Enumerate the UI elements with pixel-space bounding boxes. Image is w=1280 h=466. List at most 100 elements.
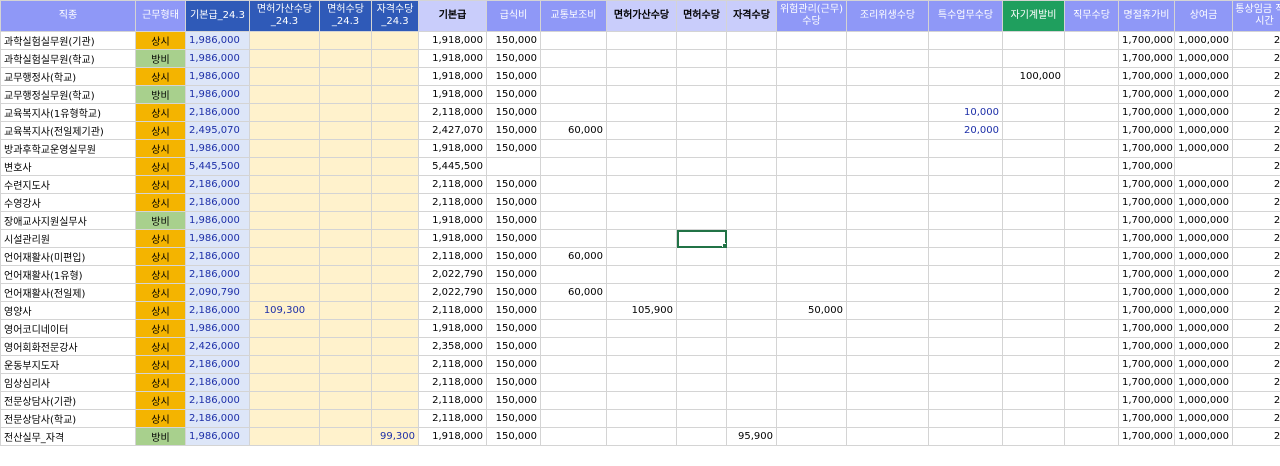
duty-allowance-cell[interactable] [1064, 319, 1119, 338]
qualification-cell[interactable]: 95,900 [726, 427, 777, 446]
transport-cell[interactable] [540, 337, 607, 356]
base-pay-24-cell[interactable]: 2,186,000 [185, 175, 250, 194]
transport-cell[interactable] [540, 175, 607, 194]
self-development-cell[interactable] [1002, 139, 1065, 158]
meal-allowance-cell[interactable]: 150,000 [486, 193, 541, 212]
qualification-24-cell[interactable] [371, 103, 419, 122]
bonus-cell[interactable]: 1,000,000 [1174, 355, 1233, 374]
header-cell[interactable]: 상여금 [1174, 0, 1233, 32]
license-extra-24-cell[interactable] [249, 211, 320, 230]
base-pay-cell[interactable]: 1,918,000 [418, 31, 487, 50]
bonus-cell[interactable]: 1,000,000 [1174, 283, 1233, 302]
base-pay-cell[interactable]: 2,118,000 [418, 175, 487, 194]
header-cell[interactable]: 기본급_24.3 [185, 0, 250, 32]
self-development-cell[interactable] [1002, 301, 1065, 320]
base-pay-cell[interactable]: 2,427,070 [418, 121, 487, 140]
license-cell[interactable] [676, 229, 727, 248]
risk-allowance-cell[interactable] [776, 175, 847, 194]
holiday-bonus-cell[interactable]: 1,700,000 [1118, 31, 1175, 50]
work-type-cell[interactable]: 방비 [135, 427, 186, 446]
holiday-bonus-cell[interactable]: 1,700,000 [1118, 67, 1175, 86]
license-extra-24-cell[interactable] [249, 193, 320, 212]
license-extra-24-cell[interactable] [249, 265, 320, 284]
risk-allowance-cell[interactable] [776, 139, 847, 158]
qualification-cell[interactable] [726, 31, 777, 50]
risk-allowance-cell[interactable] [776, 121, 847, 140]
job-title-cell[interactable]: 시설관리원 [0, 229, 136, 248]
qualification-24-cell[interactable] [371, 283, 419, 302]
risk-allowance-cell[interactable] [776, 373, 847, 392]
meal-allowance-cell[interactable]: 150,000 [486, 409, 541, 428]
base-pay-cell[interactable]: 2,118,000 [418, 391, 487, 410]
holiday-bonus-cell[interactable]: 1,700,000 [1118, 103, 1175, 122]
qualification-24-cell[interactable] [371, 49, 419, 68]
work-type-cell[interactable]: 상시 [135, 31, 186, 50]
holiday-bonus-cell[interactable]: 1,700,000 [1118, 139, 1175, 158]
cooking-hygiene-cell[interactable] [846, 121, 929, 140]
bonus-cell[interactable]: 1,000,000 [1174, 49, 1233, 68]
bonus-cell[interactable]: 1,000,000 [1174, 175, 1233, 194]
license-24-cell[interactable] [319, 85, 372, 104]
bonus-cell[interactable]: 1,000,000 [1174, 265, 1233, 284]
header-cell[interactable]: 면허가산수당_24.3 [249, 0, 320, 32]
base-pay-24-cell[interactable]: 2,186,000 [185, 193, 250, 212]
special-duty-cell[interactable] [928, 193, 1003, 212]
header-cell[interactable]: 직무수당 [1064, 0, 1119, 32]
base-pay-24-cell[interactable]: 2,426,000 [185, 337, 250, 356]
job-title-cell[interactable]: 언어재활사(1유형) [0, 265, 136, 284]
license-extra-24-cell[interactable] [249, 391, 320, 410]
holiday-bonus-cell[interactable]: 1,700,000 [1118, 427, 1175, 446]
meal-allowance-cell[interactable]: 150,000 [486, 49, 541, 68]
license-extra-cell[interactable] [606, 211, 677, 230]
meal-allowance-cell[interactable]: 150,000 [486, 211, 541, 230]
bonus-cell[interactable]: 1,000,000 [1174, 193, 1233, 212]
license-extra-cell[interactable] [606, 103, 677, 122]
qualification-cell[interactable] [726, 103, 777, 122]
duty-allowance-cell[interactable] [1064, 283, 1119, 302]
hours-cell[interactable]: 209 [1232, 85, 1280, 104]
transport-cell[interactable] [540, 229, 607, 248]
base-pay-24-cell[interactable]: 1,986,000 [185, 427, 250, 446]
base-pay-cell[interactable]: 2,118,000 [418, 409, 487, 428]
base-pay-cell[interactable]: 1,918,000 [418, 427, 487, 446]
duty-allowance-cell[interactable] [1064, 139, 1119, 158]
risk-allowance-cell[interactable]: 50,000 [776, 301, 847, 320]
qualification-24-cell[interactable] [371, 229, 419, 248]
special-duty-cell[interactable] [928, 337, 1003, 356]
license-cell[interactable] [676, 121, 727, 140]
hours-cell[interactable]: 209 [1232, 121, 1280, 140]
bonus-cell[interactable]: 1,000,000 [1174, 373, 1233, 392]
self-development-cell[interactable] [1002, 247, 1065, 266]
license-extra-cell[interactable] [606, 409, 677, 428]
license-24-cell[interactable] [319, 103, 372, 122]
base-pay-cell[interactable]: 1,918,000 [418, 139, 487, 158]
transport-cell[interactable] [540, 355, 607, 374]
job-title-cell[interactable]: 장애교사지원실무사 [0, 211, 136, 230]
holiday-bonus-cell[interactable]: 1,700,000 [1118, 373, 1175, 392]
hours-cell[interactable]: 209 [1232, 175, 1280, 194]
duty-allowance-cell[interactable] [1064, 49, 1119, 68]
header-cell[interactable]: 특수업무수당 [928, 0, 1003, 32]
holiday-bonus-cell[interactable]: 1,700,000 [1118, 337, 1175, 356]
meal-allowance-cell[interactable]: 150,000 [486, 31, 541, 50]
transport-cell[interactable] [540, 211, 607, 230]
hours-cell[interactable]: 209 [1232, 391, 1280, 410]
base-pay-24-cell[interactable]: 1,986,000 [185, 49, 250, 68]
base-pay-24-cell[interactable]: 2,186,000 [185, 103, 250, 122]
hours-cell[interactable]: 209 [1232, 67, 1280, 86]
risk-allowance-cell[interactable] [776, 85, 847, 104]
special-duty-cell[interactable] [928, 319, 1003, 338]
cooking-hygiene-cell[interactable] [846, 265, 929, 284]
self-development-cell[interactable] [1002, 121, 1065, 140]
job-title-cell[interactable]: 교육복지사(전일제기관) [0, 121, 136, 140]
job-title-cell[interactable]: 교육복지사(1유형학교) [0, 103, 136, 122]
base-pay-24-cell[interactable]: 1,986,000 [185, 211, 250, 230]
base-pay-24-cell[interactable]: 1,986,000 [185, 85, 250, 104]
license-extra-cell[interactable] [606, 283, 677, 302]
self-development-cell[interactable] [1002, 157, 1065, 176]
self-development-cell[interactable] [1002, 283, 1065, 302]
header-cell[interactable]: 급식비 [486, 0, 541, 32]
job-title-cell[interactable]: 전문상담사(학교) [0, 409, 136, 428]
special-duty-cell[interactable] [928, 175, 1003, 194]
transport-cell[interactable] [540, 49, 607, 68]
